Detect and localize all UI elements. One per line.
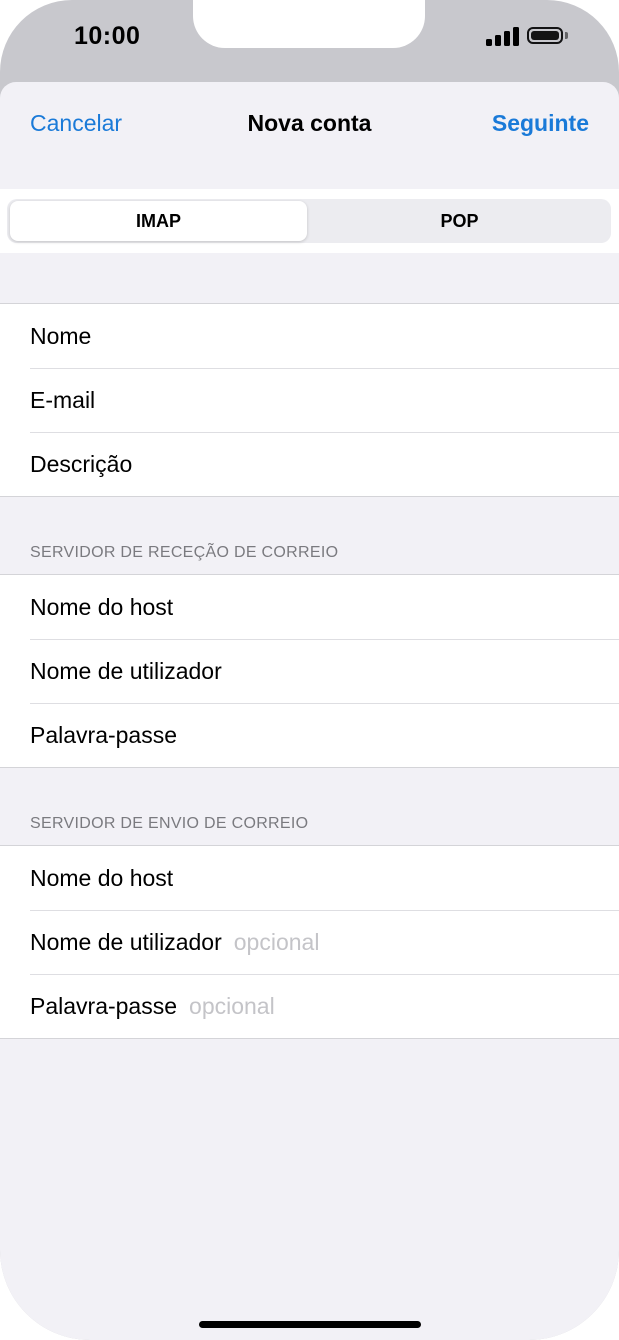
field-label: Nome de utilizador opcional: [30, 929, 319, 956]
battery-icon: [527, 27, 563, 44]
account-info-group: Nome E-mail Descrição: [0, 303, 619, 497]
outgoing-server-header: SERVIDOR DE ENVIO DE CORREIO: [30, 815, 309, 832]
field-label: Descrição: [30, 451, 133, 477]
outgoing-password-field[interactable]: Palavra-passe opcional: [0, 974, 619, 1038]
incoming-username-field[interactable]: Nome de utilizador: [0, 639, 619, 703]
protocol-segmented-control: IMAP POP: [7, 199, 611, 243]
nav-bar: Cancelar Nova conta Seguinte: [0, 82, 619, 166]
cellular-signal-icon: [486, 26, 520, 46]
email-field[interactable]: E-mail: [0, 368, 619, 432]
protocol-segment-band: IMAP POP: [0, 189, 619, 253]
field-label: Nome do host: [30, 865, 174, 891]
incoming-host-field[interactable]: Nome do host: [0, 575, 619, 639]
incoming-password-field[interactable]: Palavra-passe: [0, 703, 619, 767]
status-bar: 10:00: [0, 0, 619, 90]
optional-placeholder: opcional: [189, 993, 275, 1019]
field-label: Nome de utilizador: [30, 658, 222, 684]
incoming-server-group: Nome do host Nome de utilizador Palavra-…: [0, 574, 619, 768]
field-label-text: Palavra-passe: [30, 993, 178, 1019]
incoming-server-header: SERVIDOR DE RECEÇÃO DE CORREIO: [30, 544, 339, 561]
segment-imap[interactable]: IMAP: [10, 201, 307, 241]
description-field[interactable]: Descrição: [0, 432, 619, 496]
field-label-text: Nome de utilizador: [30, 929, 222, 955]
status-time: 10:00: [74, 22, 141, 50]
outgoing-host-field[interactable]: Nome do host: [0, 846, 619, 910]
new-account-sheet: Cancelar Nova conta Seguinte IMAP POP No…: [0, 82, 619, 1340]
outgoing-username-field[interactable]: Nome de utilizador opcional: [0, 910, 619, 974]
field-label: E-mail: [30, 387, 96, 413]
battery-tip: [565, 32, 568, 39]
next-button[interactable]: Seguinte: [492, 110, 589, 137]
notch: [193, 0, 425, 48]
name-field[interactable]: Nome: [0, 304, 619, 368]
segment-pop[interactable]: POP: [311, 201, 608, 241]
outgoing-server-group: Nome do host Nome de utilizador opcional …: [0, 845, 619, 1039]
field-label: Nome: [30, 323, 92, 349]
field-label: Palavra-passe: [30, 722, 178, 748]
phone-screen: 10:00 Cancelar Nova conta Seguinte IMAP …: [0, 0, 619, 1340]
optional-placeholder: opcional: [233, 929, 320, 955]
screen-corner-right: [529, 0, 619, 90]
screen-frame: 10:00 Cancelar Nova conta Seguinte IMAP …: [0, 0, 619, 1340]
field-label: Nome do host: [30, 594, 174, 620]
home-indicator[interactable]: [199, 1321, 421, 1328]
field-label: Palavra-passe opcional: [30, 993, 275, 1020]
